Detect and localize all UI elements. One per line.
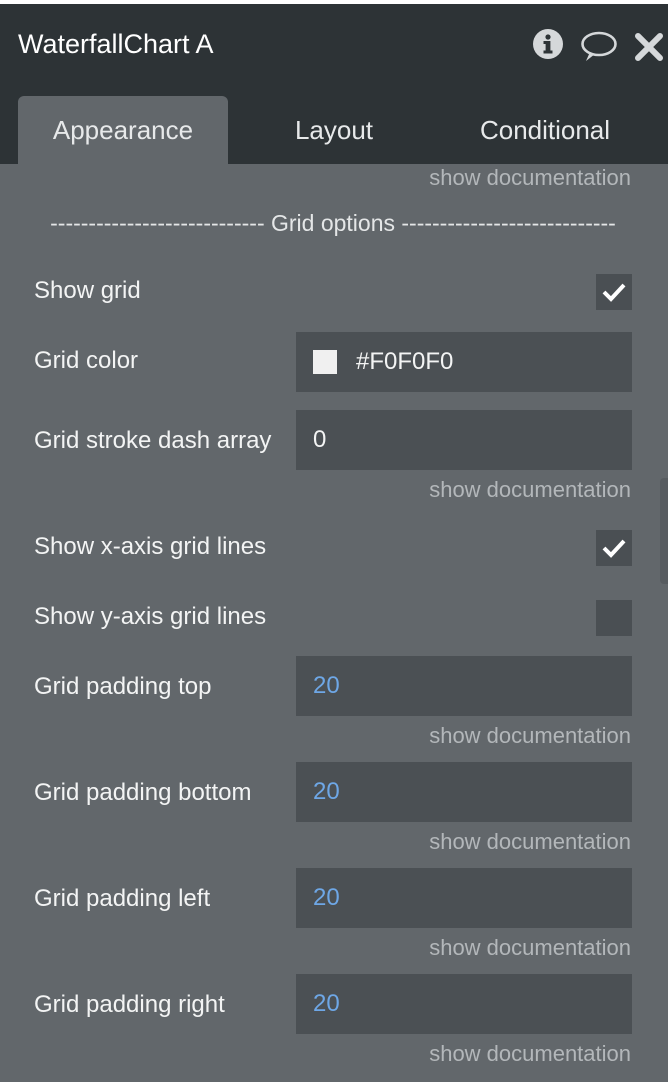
tab-appearance[interactable]: Appearance	[18, 96, 228, 164]
show-documentation-link[interactable]: show documentation	[429, 476, 631, 504]
checkmark-icon	[602, 283, 626, 302]
tab-bar: Appearance Layout Conditional	[0, 82, 668, 164]
grid-padding-right-input[interactable]: 20	[296, 974, 632, 1034]
grid-padding-top-value: 20	[313, 672, 340, 699]
show-y-grid-checkbox[interactable]	[596, 600, 632, 636]
grid-color-label: Grid color	[34, 347, 139, 374]
grid-padding-bottom-label: Grid padding bottom	[34, 779, 252, 806]
show-x-grid-label: Show x-axis grid lines	[34, 533, 267, 560]
grid-padding-top-input[interactable]: 20	[296, 656, 632, 716]
show-documentation-link[interactable]: show documentation	[429, 722, 631, 750]
scrollbar-thumb[interactable]	[660, 478, 668, 584]
grid-padding-top-label: Grid padding top	[34, 673, 212, 700]
show-documentation-link[interactable]: show documentation	[429, 934, 631, 962]
color-swatch[interactable]	[313, 350, 337, 374]
show-y-grid-label: Show y-axis grid lines	[34, 603, 267, 630]
checkmark-icon	[602, 539, 626, 558]
comment-icon[interactable]	[580, 30, 618, 69]
grid-padding-bottom-value: 20	[313, 778, 340, 805]
grid-padding-left-label: Grid padding left	[34, 885, 211, 912]
grid-padding-left-value: 20	[313, 884, 340, 911]
show-documentation-link[interactable]: show documentation	[429, 1040, 631, 1068]
grid-color-picker[interactable]: #F0F0F0	[296, 332, 632, 392]
grid-padding-right-label: Grid padding right	[34, 991, 225, 1018]
show-grid-label: Show grid	[34, 277, 141, 304]
tab-layout[interactable]: Layout	[229, 96, 439, 164]
show-documentation-link[interactable]: show documentation	[429, 164, 631, 192]
show-x-grid-checkbox[interactable]	[596, 530, 632, 566]
grid-dash-array-value: 0	[313, 426, 327, 453]
section-header-grid-options: ---------------------------- Grid option…	[50, 210, 616, 236]
close-icon[interactable]	[634, 32, 664, 67]
show-grid-checkbox[interactable]	[596, 274, 632, 310]
grid-padding-bottom-input[interactable]: 20	[296, 762, 632, 822]
grid-dash-array-label: Grid stroke dash array	[34, 427, 272, 454]
grid-dash-array-input[interactable]: 0	[296, 410, 632, 470]
grid-padding-right-value: 20	[313, 990, 340, 1017]
property-editor-panel: WaterfallChart A Appearance Layout Condi…	[0, 4, 668, 1082]
grid-padding-left-input[interactable]: 20	[296, 868, 632, 928]
element-title: WaterfallChart A	[18, 29, 214, 59]
grid-color-value: #F0F0F0	[356, 348, 454, 375]
info-icon[interactable]	[532, 28, 564, 65]
tab-conditional[interactable]: Conditional	[440, 96, 650, 164]
title-bar: WaterfallChart A	[0, 4, 668, 82]
show-documentation-link[interactable]: show documentation	[429, 828, 631, 856]
